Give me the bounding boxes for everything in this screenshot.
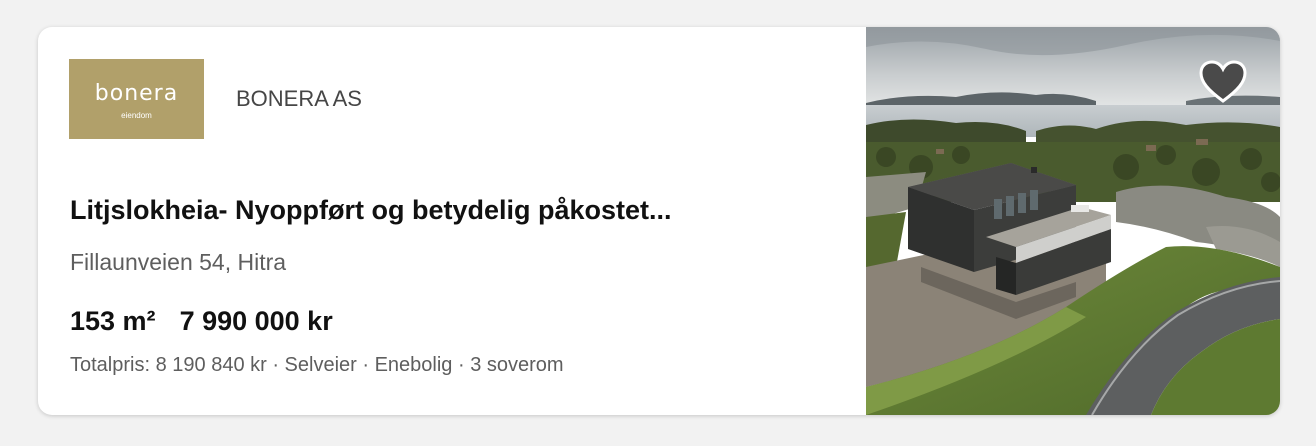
agency-name: BONERA AS bbox=[236, 86, 362, 111]
listing-card[interactable]: bonera eiendom BONERA AS Litjslokheia- N… bbox=[38, 27, 1280, 415]
listing-title[interactable]: Litjslokheia- Nyoppført og betydelig påk… bbox=[70, 193, 672, 227]
listing-price: 7 990 000 kr bbox=[179, 306, 333, 336]
agency-logo: bonera eiendom bbox=[69, 59, 204, 139]
price-line: 153 m² 7 990 000 kr bbox=[70, 304, 333, 338]
listing-area: 153 m² bbox=[70, 306, 156, 336]
listing-photo[interactable] bbox=[866, 27, 1280, 415]
agency-logo-subtitle: eiendom bbox=[121, 111, 152, 120]
heart-icon bbox=[1199, 60, 1247, 103]
agency-logo-word: bonera bbox=[94, 81, 179, 106]
listing-info: bonera eiendom BONERA AS Litjslokheia- N… bbox=[38, 27, 866, 415]
listing-details: Totalpris: 8 190 840 kr · Selveier · Ene… bbox=[70, 354, 564, 376]
listing-address: Fillaunveien 54, Hitra bbox=[70, 249, 287, 275]
favorite-button[interactable] bbox=[1198, 57, 1248, 107]
